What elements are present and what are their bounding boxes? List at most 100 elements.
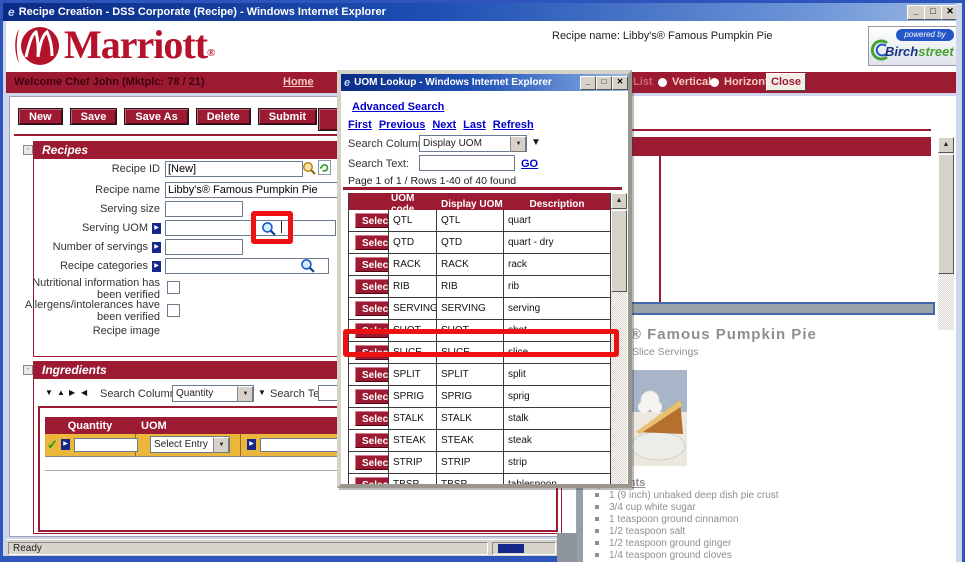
- popup-filter-icon[interactable]: ▼: [531, 137, 541, 148]
- display-uom-cell: SPRIG: [437, 386, 504, 407]
- nutritional-verified-label: Nutritional information has been verifie…: [32, 277, 160, 301]
- view-list-label[interactable]: List: [633, 76, 653, 88]
- go-link[interactable]: GO: [521, 158, 538, 170]
- move-left-icon[interactable]: ◀: [81, 388, 87, 397]
- quantity-required-marker: ▶: [61, 439, 70, 450]
- display-uom-cell: TBSP: [437, 474, 504, 484]
- select-button[interactable]: Select: [355, 279, 388, 294]
- scroll-up-icon[interactable]: ▲: [611, 193, 627, 209]
- horizontal-radio[interactable]: [710, 78, 719, 87]
- col-quantity: Quantity: [67, 419, 113, 432]
- popup-title: UOM Lookup - Windows Internet Explorer: [354, 77, 552, 88]
- select-button[interactable]: Select: [355, 367, 388, 382]
- popup-search-column-select[interactable]: Display UOM ▼: [419, 135, 527, 152]
- toolbar-button[interactable]: Submit: [257, 108, 318, 125]
- select-button[interactable]: Select: [355, 433, 388, 448]
- select-button[interactable]: Select: [355, 301, 388, 316]
- popup-search-text-input[interactable]: [419, 155, 515, 171]
- popup-close-button[interactable]: ✕: [612, 76, 628, 90]
- select-button[interactable]: Select: [355, 455, 388, 470]
- toolbar-button[interactable]: New: [18, 108, 63, 125]
- recipe-name-input[interactable]: [165, 182, 363, 198]
- pager-link[interactable]: Last: [463, 119, 486, 131]
- recipe-id-lookup-icon[interactable]: [302, 161, 316, 175]
- pager-link[interactable]: Next: [432, 119, 456, 131]
- toolbar-button[interactable]: Delete: [195, 108, 251, 125]
- uom-code-cell: SERVING: [389, 298, 437, 319]
- select-cell: Select: [349, 364, 389, 385]
- select-button[interactable]: Select: [355, 257, 388, 272]
- status-text: Ready: [13, 543, 42, 554]
- select-cell: Select: [349, 276, 389, 297]
- minimize-button[interactable]: _: [907, 5, 925, 20]
- preview-ingredient-text: 1/4 teaspoon ground cloves: [609, 550, 732, 561]
- recipe-id-label: Recipe ID: [111, 163, 160, 175]
- display-uom-cell: STALK: [437, 408, 504, 429]
- bullet-icon: [595, 505, 599, 509]
- select-button[interactable]: Select: [355, 235, 388, 250]
- ingredients-collapse-icon[interactable]: -: [23, 365, 33, 375]
- quantity-input[interactable]: [74, 438, 138, 452]
- select-button[interactable]: Select: [355, 477, 388, 484]
- recipe-id-input[interactable]: [165, 161, 303, 177]
- popup-scrollbar-thumb[interactable]: [611, 210, 627, 292]
- dropdown-arrow-icon[interactable]: ▼: [237, 385, 253, 402]
- preview-ingredient-item: 1/4 teaspoon ground cloves: [595, 549, 955, 561]
- description-cell: rib: [508, 281, 520, 292]
- select-button[interactable]: Select: [355, 389, 388, 404]
- display-vertical-rule: [659, 156, 661, 302]
- select-cell: Select: [349, 386, 389, 407]
- window-border-left: [0, 0, 3, 562]
- nutritional-verified-checkbox[interactable]: [167, 281, 180, 294]
- vertical-radio[interactable]: [658, 78, 667, 87]
- pager-link[interactable]: First: [348, 119, 372, 131]
- allergens-verified-checkbox[interactable]: [167, 304, 180, 317]
- sort-down-icon[interactable]: ▼: [45, 388, 53, 397]
- serving-uom-label: Serving UOM: [81, 222, 148, 234]
- maximize-button[interactable]: □: [924, 5, 942, 20]
- move-right-icon[interactable]: ▶: [69, 388, 75, 397]
- ing-filter-icon[interactable]: ▼: [258, 388, 266, 397]
- uom-code-cell: TBSP: [389, 474, 437, 484]
- advanced-search-link[interactable]: Advanced Search: [352, 101, 444, 113]
- number-of-servings-input[interactable]: [165, 239, 243, 255]
- description-cell: rack: [508, 259, 527, 270]
- preview-ingredient-text: 1 teaspoon ground cinnamon: [609, 514, 739, 525]
- serving-size-input[interactable]: [165, 201, 243, 217]
- refresh-icon[interactable]: [318, 160, 331, 175]
- uom-table-row: Select STEAK STEAK steak: [349, 430, 610, 452]
- recipe-categories-lookup-icon[interactable]: [300, 258, 315, 273]
- display-header-bar: [583, 137, 931, 156]
- scroll-up-icon[interactable]: ▲: [938, 137, 954, 153]
- popup-maximize-button[interactable]: □: [596, 76, 612, 90]
- preview-ingredient-text: 1/2 teaspoon salt: [609, 526, 686, 537]
- uom-code-cell: QTL: [389, 210, 437, 231]
- pager-link[interactable]: Previous: [379, 119, 425, 131]
- dropdown-arrow-icon[interactable]: ▼: [510, 135, 526, 152]
- recipes-collapse-icon[interactable]: -: [23, 145, 33, 155]
- description-cell: serving: [508, 303, 541, 314]
- preview-ingredient-list: 1 (9 inch) unbaked deep dish pie crust 3…: [595, 489, 955, 562]
- popup-divider: [343, 187, 622, 190]
- uom-select-value: Select Entry: [154, 439, 208, 450]
- toolbar-button[interactable]: Save As: [124, 108, 189, 125]
- preview-subtitle: Slice Servings: [632, 346, 699, 358]
- preview-ingredient-item: 1 teaspoon ground cinnamon: [595, 513, 955, 525]
- bullet-icon: [595, 493, 599, 497]
- scrollbar-thumb[interactable]: [938, 154, 954, 274]
- popup-minimize-button[interactable]: _: [580, 76, 596, 90]
- close-panel-button[interactable]: Close: [766, 73, 806, 91]
- preview-window-shadow: [557, 533, 577, 562]
- ing-search-column-select[interactable]: Quantity ▼: [172, 385, 254, 402]
- select-button[interactable]: Select: [355, 411, 388, 426]
- pager-link[interactable]: Refresh: [493, 119, 534, 131]
- select-cell: Select: [349, 474, 389, 484]
- main-title-bar[interactable]: e Recipe Creation - DSS Corporate (Recip…: [3, 3, 962, 21]
- home-link[interactable]: Home: [283, 76, 314, 88]
- display-scrollbar[interactable]: ▲: [938, 137, 954, 330]
- select-button[interactable]: Select: [355, 213, 388, 228]
- toolbar-button[interactable]: Save: [69, 108, 118, 125]
- uom-select[interactable]: Select Entry ▼: [150, 436, 230, 453]
- dropdown-arrow-icon[interactable]: ▼: [213, 436, 229, 453]
- sort-up-icon[interactable]: ▲: [57, 388, 65, 397]
